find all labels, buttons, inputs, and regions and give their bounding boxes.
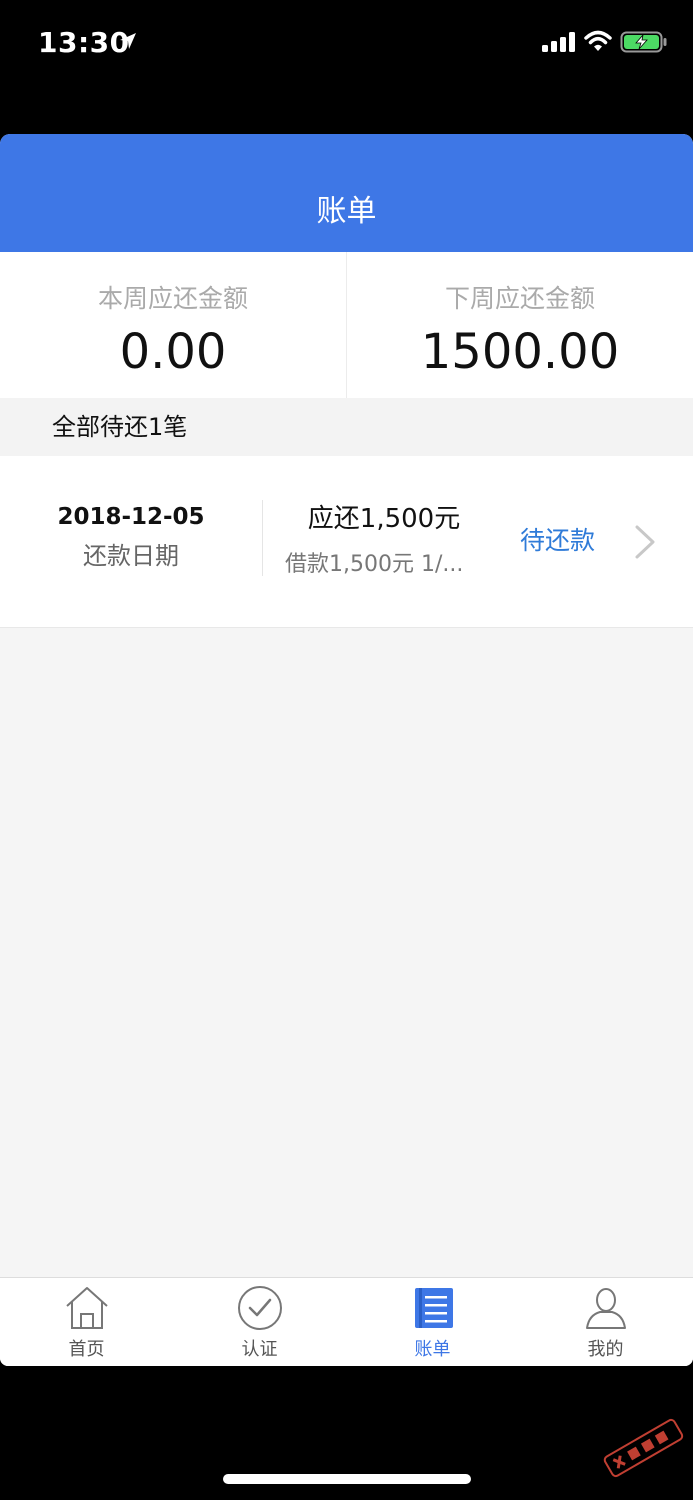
bill-due-date-label: 还款日期 xyxy=(83,542,179,570)
bill-amount-due: 应还1,500元 xyxy=(307,504,461,534)
home-indicator[interactable] xyxy=(223,1474,471,1484)
section-header: 全部待还1笔 xyxy=(0,398,693,456)
tab-bill-label: 账单 xyxy=(414,1339,451,1360)
content-empty-area xyxy=(0,628,693,1277)
cellular-signal-icon xyxy=(542,32,575,52)
tab-mine[interactable]: 我的 xyxy=(519,1278,692,1366)
navigation-bar: 账单 xyxy=(0,134,693,252)
next-week-value: 1500.00 xyxy=(420,324,620,380)
status-bar: 13:30 xyxy=(0,0,693,90)
bill-due-date: 2018-12-05 xyxy=(57,504,205,530)
watermark-logo-icon xyxy=(603,1418,684,1478)
bill-loan-detail: 借款1,500元 1/... xyxy=(285,552,464,577)
battery-charging-icon xyxy=(620,31,667,53)
this-week-summary: 本周应还金额 0.00 xyxy=(0,252,346,398)
this-week-value: 0.00 xyxy=(119,324,227,380)
tab-verify[interactable]: 认证 xyxy=(173,1278,346,1366)
tab-bar: 首页 认证 账单 我的 xyxy=(0,1277,693,1366)
bill-status[interactable]: 待还款 xyxy=(520,524,620,558)
pending-count-text: 全部待还1笔 xyxy=(52,413,188,441)
tab-verify-label: 认证 xyxy=(241,1339,278,1360)
this-week-label: 本周应还金额 xyxy=(97,284,248,313)
app-window: 账单 本周应还金额 0.00 下周应还金额 1500.00 全部待还1笔 201… xyxy=(0,134,693,1366)
wifi-icon xyxy=(584,30,612,51)
tab-mine-label: 我的 xyxy=(587,1339,624,1360)
next-week-label: 下周应还金额 xyxy=(444,284,595,313)
tab-home[interactable]: 首页 xyxy=(0,1278,173,1366)
tab-bill[interactable]: 账单 xyxy=(346,1278,519,1366)
next-week-summary: 下周应还金额 1500.00 xyxy=(347,252,693,398)
home-icon xyxy=(66,1287,108,1329)
chevron-right-icon xyxy=(635,525,655,559)
repayment-summary: 本周应还金额 0.00 下周应还金额 1500.00 xyxy=(0,252,693,398)
status-time: 13:30 xyxy=(38,26,130,59)
tab-home-label: 首页 xyxy=(68,1339,105,1360)
bill-icon xyxy=(415,1288,453,1328)
user-icon xyxy=(586,1288,626,1329)
bill-list-item[interactable]: 2018-12-05 还款日期 应还1,500元 借款1,500元 1/... … xyxy=(0,456,693,628)
location-arrow-icon xyxy=(120,33,136,49)
page-title: 账单 xyxy=(316,194,377,229)
phone-screen: 13:30 账单 本周应还金额 0.00 下周应还金额 1500.00 全部待还… xyxy=(0,0,693,1500)
check-circle-icon xyxy=(238,1286,282,1330)
